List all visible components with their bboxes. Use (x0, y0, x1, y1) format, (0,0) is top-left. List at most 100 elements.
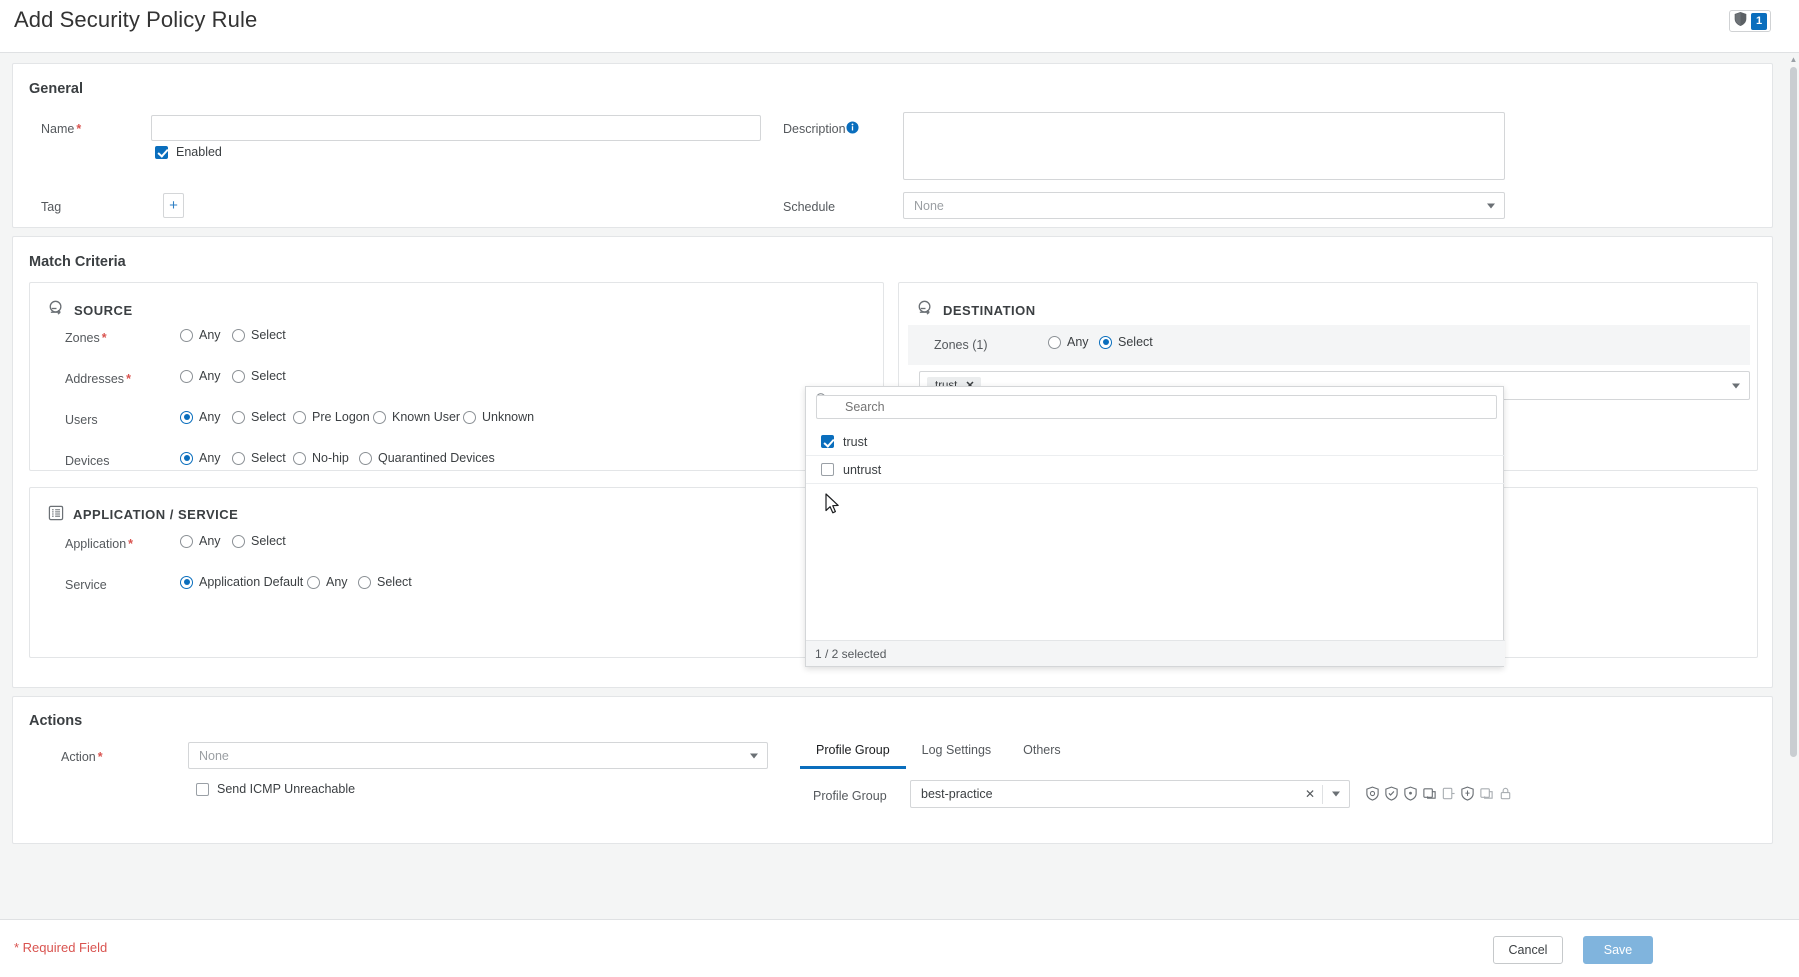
radio-circle[interactable] (293, 411, 306, 424)
destination-panel-header: DESTINATION (917, 300, 1036, 320)
option-checkbox[interactable] (821, 435, 834, 448)
zones-option-trust[interactable]: trust (806, 428, 1505, 456)
vulnerability-protection-icon[interactable] (1384, 786, 1399, 806)
security-profile-icons (1365, 786, 1513, 806)
vertical-scrollbar[interactable]: ▲ ▼ (1788, 53, 1799, 977)
radio-circle[interactable] (307, 576, 320, 589)
source-devices-quarantined-radio[interactable]: Quarantined Devices (359, 451, 495, 465)
scrollbar-thumb[interactable] (1790, 67, 1797, 757)
profile-group-select[interactable]: best-practice ✕ (910, 780, 1350, 808)
save-button[interactable]: Save (1583, 936, 1653, 964)
divider (1322, 785, 1323, 804)
add-tag-button[interactable]: + (163, 193, 184, 218)
data-filtering-icon[interactable] (1479, 786, 1494, 806)
radio-circle[interactable] (373, 411, 386, 424)
radio-circle[interactable] (1099, 336, 1112, 349)
source-users-pre-logon-radio[interactable]: Pre Logon (293, 410, 370, 424)
destination-zones-any-radio[interactable]: Any (1048, 335, 1089, 349)
source-addresses-any-radio[interactable]: Any (180, 369, 221, 383)
chevron-down-icon[interactable] (1732, 383, 1740, 388)
radio-circle[interactable] (180, 370, 193, 383)
destination-zones-row: Zones (1) Any Select (908, 325, 1750, 365)
source-users-select-radio[interactable]: Select (232, 410, 286, 424)
destination-zones-select-radio[interactable]: Select (1099, 335, 1153, 349)
option-label: untrust (843, 463, 881, 477)
description-textarea[interactable] (903, 112, 1505, 180)
tab-profile-group[interactable]: Profile Group (800, 737, 906, 769)
anti-spyware-icon[interactable] (1403, 786, 1418, 806)
add-security-policy-rule-dialog: Add Security Policy Rule 1 ▲ ▼ General N… (0, 0, 1799, 977)
radio-circle[interactable] (180, 576, 193, 589)
chevron-down-icon (750, 753, 758, 758)
radio-circle[interactable] (463, 411, 476, 424)
profile-group-value: best-practice (921, 787, 993, 801)
zones-option-untrust[interactable]: untrust (806, 456, 1505, 484)
source-users-unknown-radio[interactable]: Unknown (463, 410, 534, 424)
application-label: Application* (65, 537, 133, 551)
option-label: trust (843, 435, 867, 449)
service-label: Service (65, 578, 107, 592)
radio-circle[interactable] (232, 535, 245, 548)
radio-circle[interactable] (232, 329, 245, 342)
dns-security-lock-icon[interactable] (1498, 786, 1513, 806)
name-input[interactable] (151, 115, 761, 141)
schedule-select[interactable]: None (903, 192, 1505, 219)
source-users-any-radio[interactable]: Any (180, 410, 221, 424)
enabled-checkbox[interactable] (155, 146, 168, 159)
radio-circle[interactable] (232, 411, 245, 424)
radio-circle[interactable] (180, 329, 193, 342)
dialog-body: ▲ ▼ General Name* Enabled Tag + Descript… (0, 53, 1799, 977)
source-panel-header: SOURCE (48, 300, 133, 320)
source-zones-select-radio[interactable]: Select (232, 328, 286, 342)
radio-circle[interactable] (180, 411, 193, 424)
application-service-panel-title: APPLICATION / SERVICE (73, 507, 238, 522)
radio-circle[interactable] (180, 535, 193, 548)
page-title: Add Security Policy Rule (14, 7, 257, 33)
cancel-button[interactable]: Cancel (1493, 936, 1563, 964)
radio-circle[interactable] (359, 452, 372, 465)
radio-circle[interactable] (232, 452, 245, 465)
info-icon[interactable] (846, 121, 859, 139)
source-zones-any-radio[interactable]: Any (180, 328, 221, 342)
file-blocking-icon[interactable] (1441, 786, 1456, 806)
source-panel-title: SOURCE (74, 303, 133, 318)
source-devices-select-radio[interactable]: Select (232, 451, 286, 465)
clear-icon[interactable]: ✕ (1305, 787, 1315, 801)
source-devices-any-radio[interactable]: Any (180, 451, 221, 465)
actions-section: Actions Action* None Send ICMP Unreachab… (12, 696, 1773, 844)
radio-circle[interactable] (232, 370, 245, 383)
enabled-checkbox-row[interactable]: Enabled (155, 145, 222, 159)
wildfire-analysis-icon[interactable] (1460, 786, 1475, 806)
zones-search-input[interactable] (816, 395, 1497, 419)
application-any-radio[interactable]: Any (180, 534, 221, 548)
antivirus-shield-icon[interactable] (1365, 786, 1380, 806)
service-application-default-radio[interactable]: Application Default (180, 575, 303, 589)
radio-circle[interactable] (1048, 336, 1061, 349)
source-devices-no-hip-radio[interactable]: No-hip (293, 451, 349, 465)
source-users-known-user-radio[interactable]: Known User (373, 410, 460, 424)
match-criteria-section-title: Match Criteria (29, 254, 126, 270)
radio-circle[interactable] (293, 452, 306, 465)
schedule-label: Schedule (783, 200, 835, 214)
security-profile-badge[interactable]: 1 (1729, 10, 1771, 32)
send-icmp-unreachable-checkbox[interactable] (196, 783, 209, 796)
scroll-up-arrow-icon[interactable]: ▲ (1789, 55, 1798, 64)
application-select-radio[interactable]: Select (232, 534, 286, 548)
radio-circle[interactable] (180, 452, 193, 465)
service-any-radio[interactable]: Any (307, 575, 348, 589)
schedule-value: None (914, 199, 944, 213)
service-select-radio[interactable]: Select (358, 575, 412, 589)
chevron-down-icon[interactable] (1332, 792, 1340, 797)
zones-option-list: trust untrust (806, 428, 1505, 484)
send-icmp-unreachable-row[interactable]: Send ICMP Unreachable (196, 782, 355, 796)
tab-log-settings[interactable]: Log Settings (906, 737, 1008, 769)
option-checkbox[interactable] (821, 463, 834, 476)
destination-panel-title: DESTINATION (943, 303, 1036, 318)
radio-circle[interactable] (358, 576, 371, 589)
tab-others[interactable]: Others (1007, 737, 1077, 769)
url-filtering-icon[interactable] (1422, 786, 1437, 806)
source-arrow-icon (48, 300, 65, 320)
send-icmp-unreachable-label: Send ICMP Unreachable (217, 782, 355, 796)
action-select[interactable]: None (188, 742, 768, 769)
source-addresses-select-radio[interactable]: Select (232, 369, 286, 383)
